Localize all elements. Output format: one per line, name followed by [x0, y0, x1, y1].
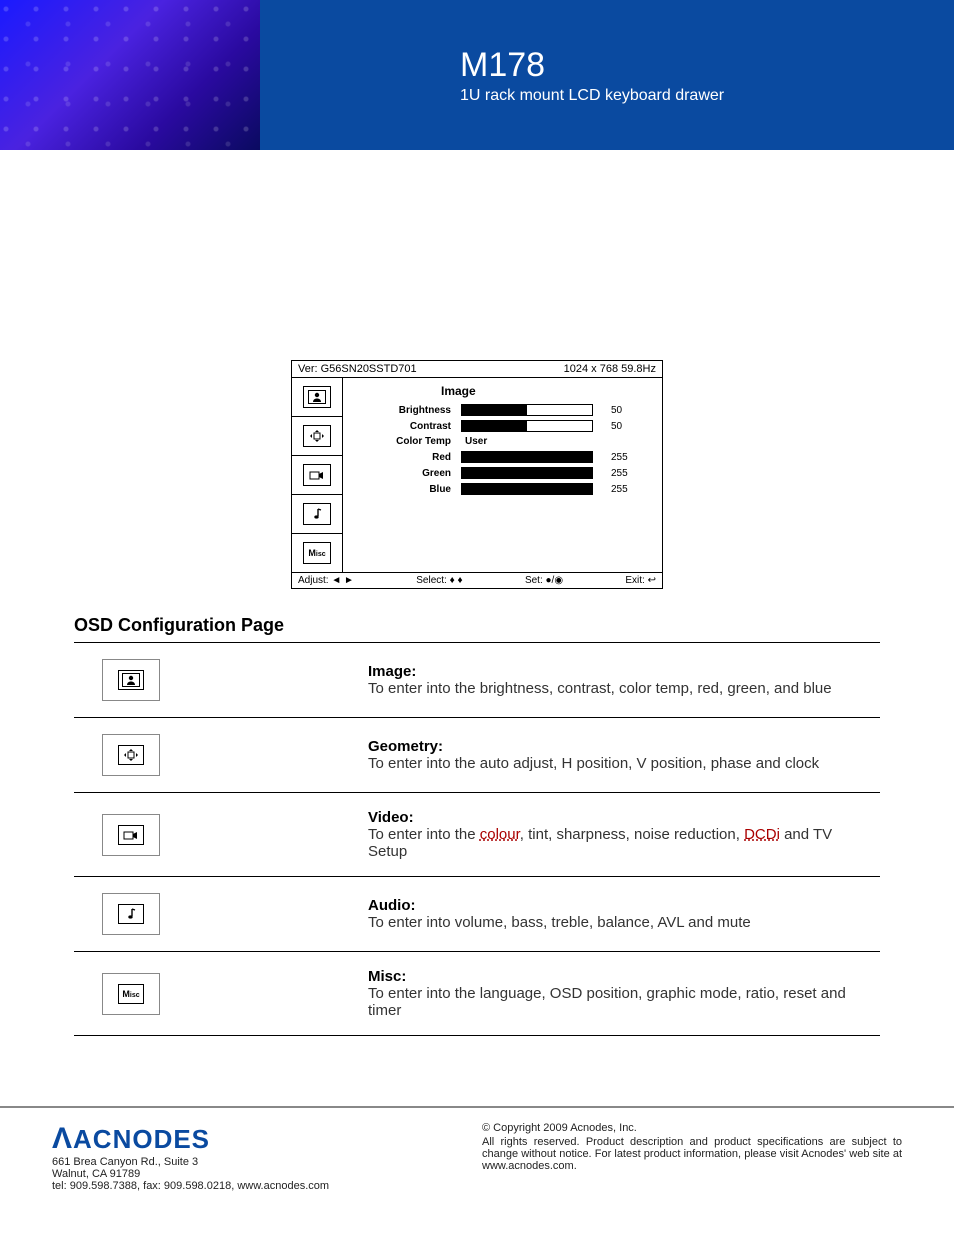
- image-icon: [303, 386, 331, 408]
- osd-tab-list: Misc: [292, 378, 343, 572]
- osd-value: 255: [611, 468, 628, 479]
- config-list: Image:To enter into the brightness, cont…: [74, 643, 880, 1036]
- audio-icon: [303, 503, 331, 525]
- config-description: Video:To enter into the colour, tint, sh…: [368, 809, 880, 860]
- osd-row-label: Brightness: [351, 405, 461, 416]
- osd-tab-image[interactable]: [292, 378, 342, 417]
- osd-value: 255: [611, 484, 628, 495]
- osd-tab-geometry[interactable]: [292, 417, 342, 456]
- osd-slider[interactable]: [461, 483, 593, 495]
- osd-row-label: Color Temp: [351, 436, 461, 447]
- config-icon-frame: [102, 734, 160, 776]
- config-heading: OSD Configuration Page: [74, 615, 880, 636]
- misc-icon: Misc: [118, 984, 144, 1004]
- osd-hint-select: Select: ♦ ♦: [416, 575, 462, 586]
- brand-logo: ΛACNODES: [52, 1122, 329, 1156]
- osd-row-label: Red: [351, 452, 461, 463]
- osd-row-label: Contrast: [351, 421, 461, 432]
- doc-header: M178 1U rack mount LCD keyboard drawer: [0, 0, 954, 150]
- config-description: Geometry:To enter into the auto adjust, …: [368, 738, 880, 772]
- config-description: Image:To enter into the brightness, cont…: [368, 663, 880, 697]
- osd-row: Green 255: [351, 467, 654, 479]
- brand-text: ACNODES: [73, 1124, 210, 1154]
- footer-addr2: Walnut, CA 91789: [52, 1168, 329, 1180]
- config-icon-frame: [102, 659, 160, 701]
- footer-legal: All rights reserved. Product description…: [482, 1136, 902, 1172]
- footer-contact: tel: 909.598.7388, fax: 909.598.0218, ww…: [52, 1180, 329, 1192]
- osd-row: Red 255: [351, 451, 654, 463]
- header-title-block: M178 1U rack mount LCD keyboard drawer: [260, 0, 954, 150]
- osd-resolution: 1024 x 768 59.8Hz: [564, 363, 656, 375]
- osd-value: 50: [611, 421, 622, 432]
- config-icon-frame: Misc: [102, 973, 160, 1015]
- osd-row-label: Green: [351, 468, 461, 479]
- osd-hint-set: Set: ●/◉: [525, 575, 563, 586]
- video-icon: [118, 825, 144, 845]
- footer-addr1: 661 Brea Canyon Rd., Suite 3: [52, 1156, 329, 1168]
- osd-row: Brightness 50: [351, 404, 654, 416]
- page-footer: ΛACNODES 661 Brea Canyon Rd., Suite 3 Wa…: [0, 1106, 954, 1232]
- config-row-image: Image:To enter into the brightness, cont…: [74, 643, 880, 718]
- osd-hint-adjust: Adjust: ◄ ►: [298, 575, 354, 586]
- image-icon: [118, 670, 144, 690]
- osd-value: 255: [611, 452, 628, 463]
- osd-version: Ver: G56SN20SSTD701: [298, 363, 417, 375]
- osd-slider[interactable]: [461, 451, 593, 463]
- config-icon-frame: [102, 893, 160, 935]
- osd-slider[interactable]: [461, 404, 593, 416]
- osd-tab-audio[interactable]: [292, 495, 342, 534]
- config-row-geometry: Geometry:To enter into the auto adjust, …: [74, 718, 880, 793]
- audio-icon: [118, 904, 144, 924]
- model-number: M178: [460, 46, 954, 85]
- osd-tab-misc[interactable]: Misc: [292, 534, 342, 572]
- geometry-icon: [303, 425, 331, 447]
- osd-panel: Image Brightness 50 Contrast 50 Color Temp Us…: [343, 378, 662, 572]
- footer-copyright: © Copyright 2009 Acnodes, Inc.: [482, 1122, 902, 1134]
- osd-value: User: [465, 436, 487, 447]
- osd-row: Blue 255: [351, 483, 654, 495]
- misc-icon: Misc: [303, 542, 331, 564]
- osd-slider[interactable]: [461, 467, 593, 479]
- osd-row-label: Blue: [351, 484, 461, 495]
- osd-slider[interactable]: [461, 420, 593, 432]
- geometry-icon: [118, 745, 144, 765]
- config-row-video: Video:To enter into the colour, tint, sh…: [74, 793, 880, 877]
- osd-tab-video[interactable]: [292, 456, 342, 495]
- config-description: Misc:To enter into the language, OSD pos…: [368, 968, 880, 1019]
- header-graphic: [0, 0, 260, 150]
- model-subtitle: 1U rack mount LCD keyboard drawer: [460, 87, 954, 105]
- config-row-misc: Misc Misc:To enter into the language, OSD…: [74, 952, 880, 1036]
- osd-screenshot: Ver: G56SN20SSTD701 1024 x 768 59.8Hz Mi…: [291, 360, 663, 589]
- config-description: Audio:To enter into volume, bass, treble…: [368, 897, 880, 931]
- osd-value: 50: [611, 405, 622, 416]
- video-icon: [303, 464, 331, 486]
- osd-row: Contrast 50: [351, 420, 654, 432]
- config-icon-frame: [102, 814, 160, 856]
- osd-panel-title: Image: [441, 384, 654, 398]
- config-row-audio: Audio:To enter into volume, bass, treble…: [74, 877, 880, 952]
- osd-row: Color Temp User: [351, 436, 654, 447]
- osd-hint-exit: Exit: ↩: [625, 575, 656, 586]
- osd-footer: Adjust: ◄ ► Select: ♦ ♦ Set: ●/◉ Exit: ↩: [292, 572, 662, 588]
- config-section: OSD Configuration Page: [74, 615, 880, 636]
